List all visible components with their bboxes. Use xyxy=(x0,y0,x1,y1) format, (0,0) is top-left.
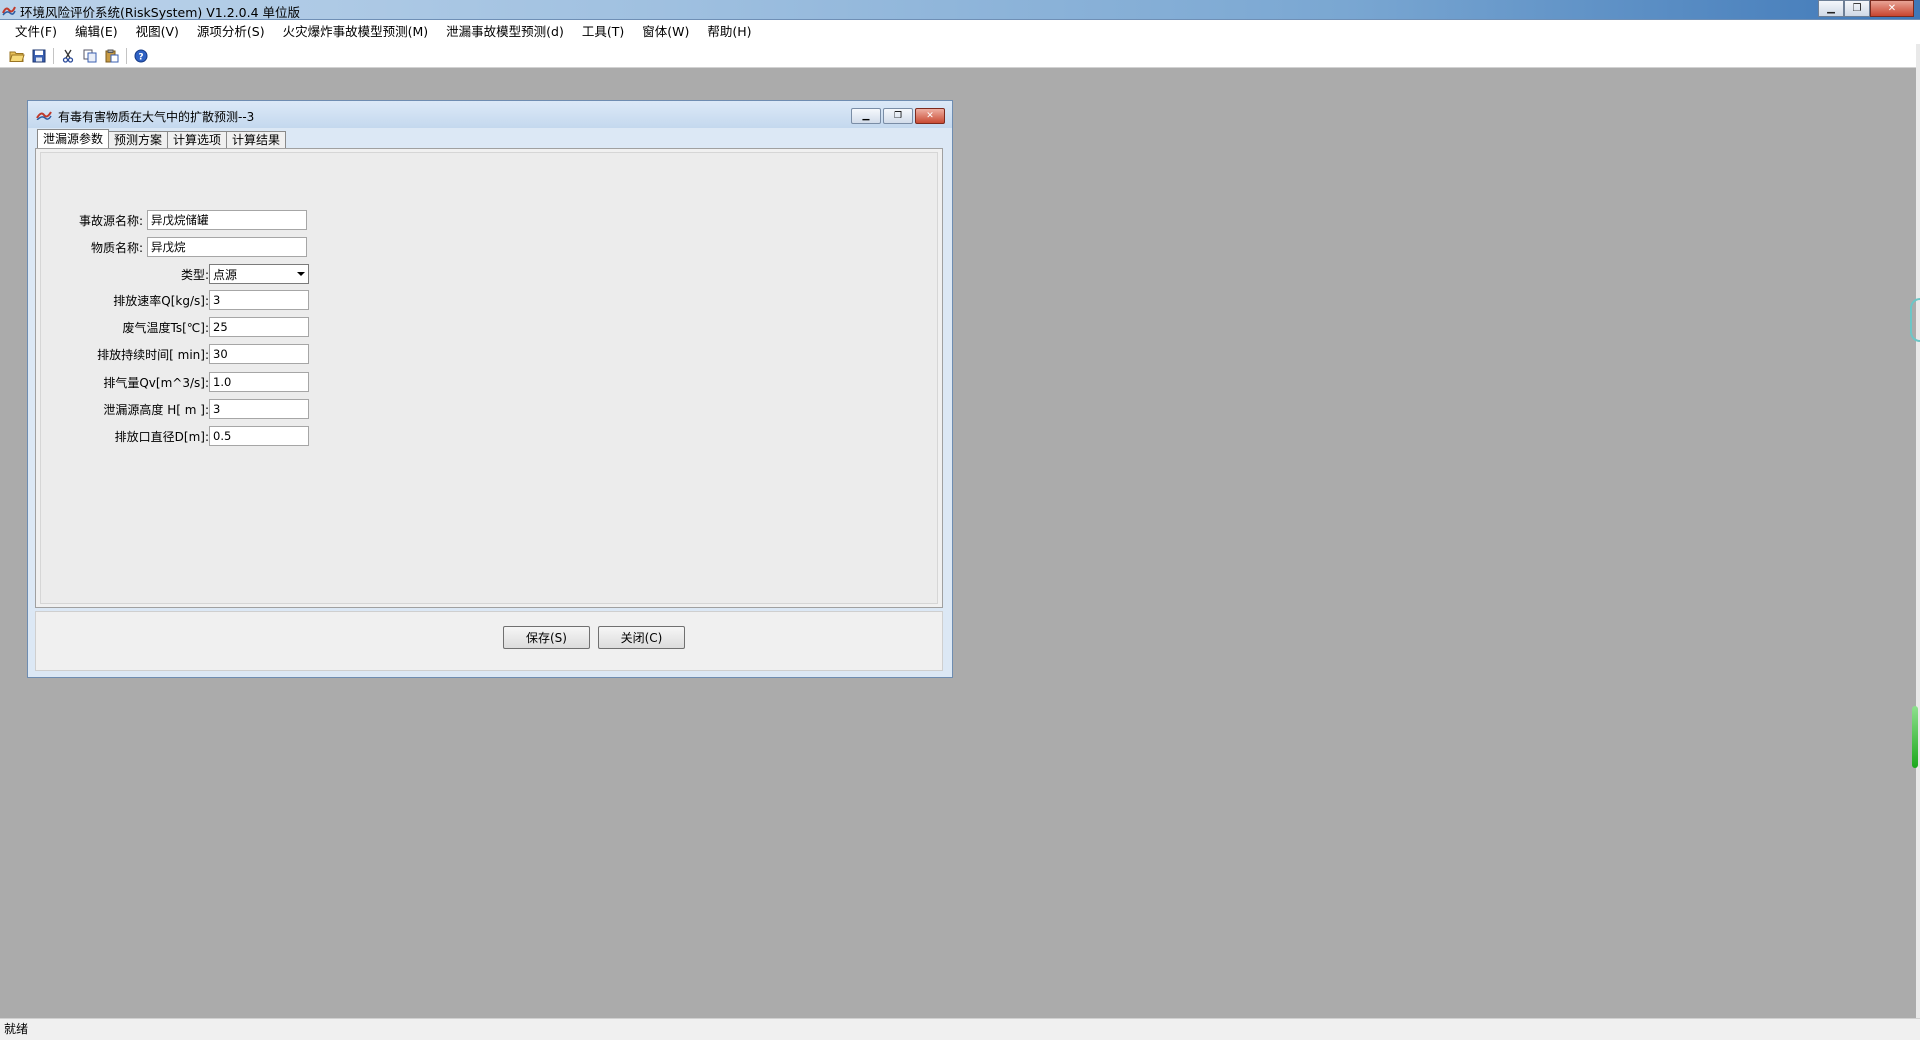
toolbar: ? xyxy=(0,44,1920,68)
child-close-button[interactable]: ✕ xyxy=(915,108,945,124)
dispersion-prediction-window: 有毒有害物质在大气中的扩散预测--3 ▁ ❐ ✕ 泄漏源参数 预测方案 计算选项… xyxy=(27,100,953,678)
substance-label: 物质名称: xyxy=(90,240,143,255)
duration-input[interactable]: 30 xyxy=(209,344,309,364)
menu-window[interactable]: 窗体(W) xyxy=(633,20,698,44)
button-bar: 保存(S) 关闭(C) xyxy=(35,611,943,671)
type-row: 类型: 点源 xyxy=(73,263,309,285)
status-bar: 就绪 xyxy=(0,1018,1920,1040)
exhaust-volume-input[interactable]: 1.0 xyxy=(209,372,309,392)
source-height-input[interactable]: 3 xyxy=(209,399,309,419)
side-indicator xyxy=(1912,706,1918,768)
close-button[interactable]: ✕ xyxy=(1870,0,1914,17)
app-titlebar: 环境风险评价系统(RiskSystem) V1.2.0.4 单位版 ▁ ❐ ✕ xyxy=(0,0,1920,20)
outlet-diameter-label: 排放口直径D[m]: xyxy=(114,429,209,444)
tab-prediction-plan[interactable]: 预测方案 xyxy=(108,131,169,148)
substance-input[interactable]: 异戊烷 xyxy=(147,237,307,257)
accident-source-label: 事故源名称: xyxy=(78,213,143,228)
app-title: 环境风险评价系统(RiskSystem) V1.2.0.4 单位版 xyxy=(20,5,301,20)
gas-temp-label: 废气温度Ts[℃]: xyxy=(122,320,209,335)
right-edge xyxy=(1916,44,1920,1034)
window-controls: ▁ ❐ ✕ xyxy=(1818,0,1914,17)
child-titlebar: 有毒有害物质在大气中的扩散预测--3 ▁ ❐ ✕ xyxy=(28,101,952,128)
child-minimize-button[interactable]: ▁ xyxy=(851,108,881,124)
menu-view[interactable]: 视图(V) xyxy=(127,20,188,44)
emission-rate-row: 排放速率Q[kg/s]: 3 xyxy=(51,289,309,311)
toolbar-separator xyxy=(126,47,127,64)
child-window-title: 有毒有害物质在大气中的扩散预测--3 xyxy=(58,110,255,124)
emission-rate-input[interactable]: 3 xyxy=(209,290,309,310)
status-text: 就绪 xyxy=(4,1022,29,1036)
menu-help[interactable]: 帮助(H) xyxy=(698,20,760,44)
menu-tools[interactable]: 工具(T) xyxy=(573,20,633,44)
menu-edit[interactable]: 编辑(E) xyxy=(66,20,127,44)
menu-bar: 文件(F) 编辑(E) 视图(V) 源项分析(S) 火灾爆炸事故模型预测(M) … xyxy=(0,20,1920,44)
duration-label: 排放持续时间[ min]: xyxy=(97,347,209,362)
svg-text:?: ? xyxy=(138,52,143,62)
emission-rate-label: 排放速率Q[kg/s]: xyxy=(113,293,209,308)
type-select-value: 点源 xyxy=(213,267,238,282)
save-icon[interactable] xyxy=(28,46,50,66)
tab-content: 事故源名称: 异戊烷储罐 物质名称: 异戊烷 类型: 点源 排放速率Q[kg/s… xyxy=(35,148,943,608)
accident-source-input[interactable]: 异戊烷储罐 xyxy=(147,210,307,230)
source-height-row: 泄漏源高度 H[ m ]: 3 xyxy=(51,398,309,420)
paste-icon[interactable] xyxy=(101,46,123,66)
outlet-diameter-input[interactable]: 0.5 xyxy=(209,426,309,446)
type-label: 类型: xyxy=(180,267,209,282)
menu-file[interactable]: 文件(F) xyxy=(6,20,66,44)
save-button[interactable]: 保存(S) xyxy=(503,626,590,649)
duration-row: 排放持续时间[ min]: 30 xyxy=(51,343,309,365)
minimize-button[interactable]: ▁ xyxy=(1818,0,1844,17)
toolbar-separator xyxy=(53,47,54,64)
app-logo-icon xyxy=(2,6,16,16)
tab-strip: 泄漏源参数 预测方案 计算选项 计算结果 xyxy=(37,129,287,148)
accident-source-row: 事故源名称: 异戊烷储罐 xyxy=(73,209,307,231)
tab-leak-source-params[interactable]: 泄漏源参数 xyxy=(37,129,110,148)
outlet-diameter-row: 排放口直径D[m]: 0.5 xyxy=(51,425,309,447)
exhaust-volume-row: 排气量Qv[m^3/s]: 1.0 xyxy=(51,371,309,393)
gas-temp-row: 废气温度Ts[℃]: 25 xyxy=(51,316,309,338)
side-handle[interactable] xyxy=(1910,298,1920,342)
child-restore-button[interactable]: ❐ xyxy=(883,108,913,124)
restore-button[interactable]: ❐ xyxy=(1844,0,1870,17)
child-window-controls: ▁ ❐ ✕ xyxy=(851,108,945,124)
chevron-down-icon xyxy=(297,272,305,276)
help-icon[interactable]: ? xyxy=(130,46,152,66)
gas-temp-input[interactable]: 25 xyxy=(209,317,309,337)
form-panel: 事故源名称: 异戊烷储罐 物质名称: 异戊烷 类型: 点源 排放速率Q[kg/s… xyxy=(40,152,938,604)
menu-fire-explosion[interactable]: 火灾爆炸事故模型预测(M) xyxy=(274,20,438,44)
window-logo-icon xyxy=(36,111,52,120)
source-height-label: 泄漏源高度 H[ m ]: xyxy=(103,402,209,417)
cut-icon[interactable] xyxy=(57,46,79,66)
exhaust-volume-label: 排气量Qv[m^3/s]: xyxy=(103,375,209,390)
type-select[interactable]: 点源 xyxy=(209,264,309,284)
substance-row: 物质名称: 异戊烷 xyxy=(73,236,307,258)
open-folder-icon[interactable] xyxy=(6,46,28,66)
close-window-button[interactable]: 关闭(C) xyxy=(598,626,685,649)
copy-icon[interactable] xyxy=(79,46,101,66)
tab-calc-results[interactable]: 计算结果 xyxy=(226,131,287,148)
menu-source-analysis[interactable]: 源项分析(S) xyxy=(188,20,274,44)
tab-calc-options[interactable]: 计算选项 xyxy=(167,131,228,148)
menu-leak-prediction[interactable]: 泄漏事故模型预测(d) xyxy=(437,20,573,44)
